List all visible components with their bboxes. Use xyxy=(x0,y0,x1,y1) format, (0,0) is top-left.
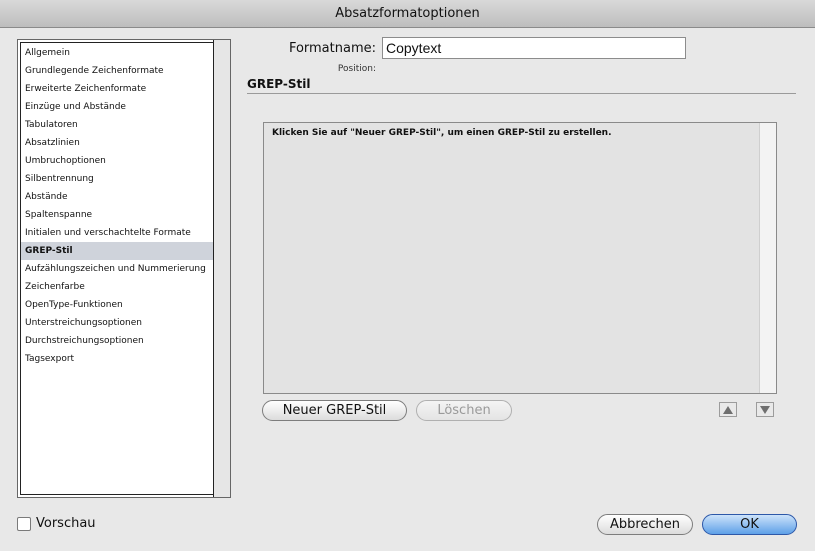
move-up-button[interactable] xyxy=(719,402,737,417)
delete-button[interactable]: Löschen xyxy=(416,400,512,421)
grep-empty-hint: Klicken Sie auf "Neuer GREP-Stil", um ei… xyxy=(272,128,612,138)
title-bar[interactable]: Absatzformatoptionen xyxy=(0,0,815,28)
sidebar-item-grep-stil[interactable]: GREP-Stil xyxy=(21,242,214,260)
section-title: GREP-Stil xyxy=(247,77,311,91)
sidebar-item-einzuege-und-abstaende[interactable]: Einzüge und Abstände xyxy=(21,98,214,116)
sidebar-item-opentype-funktionen[interactable]: OpenType-Funktionen xyxy=(21,296,214,314)
sidebar-item-grundlegende-zeichenformate[interactable]: Grundlegende Zeichenformate xyxy=(21,62,214,80)
sidebar-item-tagsexport[interactable]: Tagsexport xyxy=(21,350,214,368)
sidebar-item-erweiterte-zeichenformate[interactable]: Erweiterte Zeichenformate xyxy=(21,80,214,98)
preview-label: Vorschau xyxy=(36,516,96,531)
sidebar-item-silbentrennung[interactable]: Silbentrennung xyxy=(21,170,214,188)
sidebar-item-durchstreichungsoptionen[interactable]: Durchstreichungsoptionen xyxy=(21,332,214,350)
up-arrow-icon xyxy=(723,405,733,414)
section-divider xyxy=(247,93,796,94)
category-list-frame: Allgemein Grundlegende Zeichenformate Er… xyxy=(20,42,214,495)
cancel-button[interactable]: Abbrechen xyxy=(597,514,693,535)
new-grep-style-button[interactable]: Neuer GREP-Stil xyxy=(262,400,407,421)
sidebar-item-allgemein[interactable]: Allgemein xyxy=(21,44,214,62)
down-arrow-icon xyxy=(760,405,770,414)
move-down-button[interactable] xyxy=(756,402,774,417)
format-name-label: Formatname: xyxy=(288,41,376,56)
format-name-input[interactable] xyxy=(382,37,686,59)
grep-list-scrollbar[interactable] xyxy=(759,123,776,393)
sidebar-item-zeichenfarbe[interactable]: Zeichenfarbe xyxy=(21,278,214,296)
dialog-window: Absatzformatoptionen Allgemein Grundlege… xyxy=(0,0,815,551)
sidebar-item-absatzlinien[interactable]: Absatzlinien xyxy=(21,134,214,152)
preview-checkbox[interactable] xyxy=(17,516,31,531)
sidebar-item-initialen[interactable]: Initialen und verschachtelte Formate xyxy=(21,224,214,242)
position-label: Position: xyxy=(337,64,376,74)
category-list-scrollbar[interactable] xyxy=(213,40,230,497)
sidebar-item-spaltenspanne[interactable]: Spaltenspanne xyxy=(21,206,214,224)
preview-toggle[interactable]: Vorschau xyxy=(17,516,96,531)
sidebar-item-abstaende[interactable]: Abstände xyxy=(21,188,214,206)
sidebar-item-aufzaehlungszeichen[interactable]: Aufzählungszeichen und Nummerierung xyxy=(21,260,214,278)
sidebar-item-unterstreichungsoptionen[interactable]: Unterstreichungsoptionen xyxy=(21,314,214,332)
ok-button[interactable]: OK xyxy=(702,514,797,535)
sidebar-item-umbruchoptionen[interactable]: Umbruchoptionen xyxy=(21,152,214,170)
category-list: Allgemein Grundlegende Zeichenformate Er… xyxy=(17,39,231,498)
grep-style-list[interactable]: Klicken Sie auf "Neuer GREP-Stil", um ei… xyxy=(263,122,777,394)
window-title: Absatzformatoptionen xyxy=(335,6,480,21)
sidebar-item-tabulatoren[interactable]: Tabulatoren xyxy=(21,116,214,134)
category-items: Allgemein Grundlegende Zeichenformate Er… xyxy=(21,44,214,368)
